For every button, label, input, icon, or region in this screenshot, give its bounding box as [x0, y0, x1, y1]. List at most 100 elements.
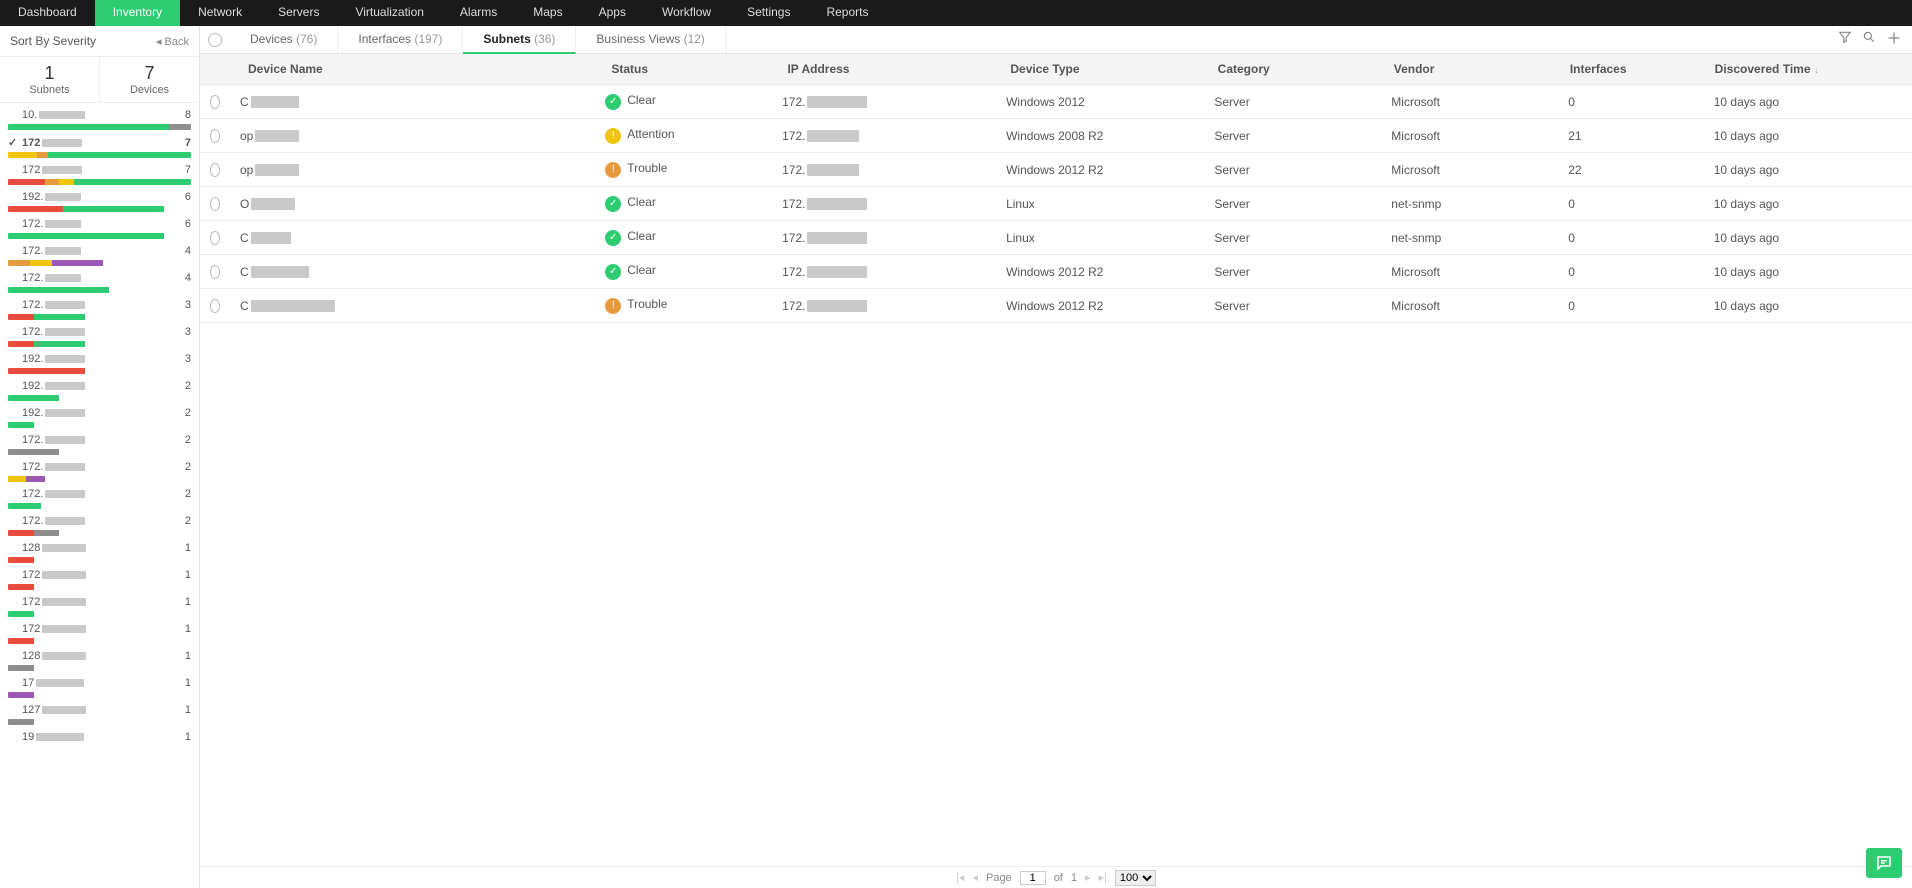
- table-row[interactable]: op!Attention172.Windows 2008 R2ServerMic…: [200, 119, 1912, 153]
- tab-subnets[interactable]: Subnets (36): [463, 26, 576, 54]
- nav-dashboard[interactable]: Dashboard: [0, 0, 95, 26]
- interfaces-count: 22: [1558, 163, 1704, 177]
- subnet-item[interactable]: 1281: [8, 648, 191, 675]
- chat-button[interactable]: [1866, 848, 1902, 878]
- subnet-item[interactable]: ✓1727: [8, 134, 191, 162]
- search-icon[interactable]: [1862, 30, 1876, 49]
- subnet-item[interactable]: 192.2: [8, 405, 191, 432]
- subnet-item[interactable]: 172.4: [8, 270, 191, 297]
- nav-virtualization[interactable]: Virtualization: [337, 0, 441, 26]
- add-icon[interactable]: [1886, 30, 1902, 49]
- table-row[interactable]: O✓Clear172.LinuxServernet-snmp010 days a…: [200, 187, 1912, 221]
- ip-address: 172.: [782, 129, 986, 143]
- subnet-item[interactable]: 1727: [8, 162, 191, 189]
- table-row[interactable]: C✓Clear172.Windows 2012ServerMicrosoft01…: [200, 85, 1912, 119]
- col-discovered[interactable]: Discovered Time↓: [1705, 54, 1912, 84]
- nav-inventory[interactable]: Inventory: [95, 0, 180, 26]
- subnet-item[interactable]: 172.3: [8, 297, 191, 324]
- col-interfaces[interactable]: Interfaces: [1560, 54, 1705, 84]
- col-vendor[interactable]: Vendor: [1384, 54, 1560, 84]
- table-row[interactable]: op!Trouble172.Windows 2012 R2ServerMicro…: [200, 153, 1912, 187]
- page-next[interactable]: ▸: [1085, 871, 1091, 884]
- nav-reports[interactable]: Reports: [808, 0, 886, 26]
- col-ip[interactable]: IP Address: [777, 54, 1000, 84]
- vendor: Microsoft: [1381, 163, 1558, 177]
- subnet-item[interactable]: 1721: [8, 594, 191, 621]
- subnet-item[interactable]: 1721: [8, 621, 191, 648]
- subnet-item[interactable]: 192.2: [8, 378, 191, 405]
- device-name: O: [240, 197, 585, 211]
- subnet-item[interactable]: 172.2: [8, 432, 191, 459]
- subnet-item[interactable]: 172.2: [8, 459, 191, 486]
- nav-maps[interactable]: Maps: [515, 0, 580, 26]
- category: Server: [1204, 299, 1381, 313]
- nav-servers[interactable]: Servers: [260, 0, 337, 26]
- page-of: of: [1054, 872, 1063, 884]
- subnet-item[interactable]: 192.3: [8, 351, 191, 378]
- back-button[interactable]: Back: [156, 35, 189, 48]
- select-all[interactable]: [200, 33, 230, 47]
- page-prev[interactable]: ◂: [972, 871, 978, 884]
- tab-devices[interactable]: Devices (76): [230, 26, 338, 53]
- device-type: Windows 2012 R2: [996, 163, 1204, 177]
- subnet-item[interactable]: 1281: [8, 540, 191, 567]
- subnet-item[interactable]: 172.2: [8, 486, 191, 513]
- subnet-item[interactable]: 191: [8, 729, 191, 756]
- page-size[interactable]: 100: [1115, 870, 1156, 886]
- row-select[interactable]: [200, 299, 230, 313]
- nav-network[interactable]: Network: [180, 0, 260, 26]
- row-select[interactable]: [200, 231, 230, 245]
- page-total: 1: [1071, 872, 1077, 884]
- page-last[interactable]: ▸|: [1099, 871, 1107, 884]
- status-cell: ✓Clear: [595, 195, 772, 212]
- table-row[interactable]: C✓Clear172.Windows 2012 R2ServerMicrosof…: [200, 255, 1912, 289]
- status-cell: ✓Clear: [595, 229, 772, 246]
- nav-alarms[interactable]: Alarms: [442, 0, 515, 26]
- status-cell: !Trouble: [595, 161, 772, 178]
- sidebar: Sort By Severity Back 1Subnets7Devices 1…: [0, 26, 200, 888]
- col-type[interactable]: Device Type: [1000, 54, 1207, 84]
- row-select[interactable]: [200, 265, 230, 279]
- nav-settings[interactable]: Settings: [729, 0, 808, 26]
- subnet-list[interactable]: 10.8✓17271727192.6172.6172.4172.4172.317…: [0, 103, 199, 888]
- status-cell: ✓Clear: [595, 93, 772, 110]
- subnet-item[interactable]: 172.6: [8, 216, 191, 243]
- counter-subnets[interactable]: 1Subnets: [0, 57, 99, 102]
- subnet-item[interactable]: 172.3: [8, 324, 191, 351]
- row-select[interactable]: [200, 129, 230, 143]
- status-cell: ✓Clear: [595, 263, 772, 280]
- subnet-item[interactable]: 192.6: [8, 189, 191, 216]
- row-select[interactable]: [200, 95, 230, 109]
- ip-address: 172.: [782, 299, 986, 313]
- subnet-item[interactable]: 172.2: [8, 513, 191, 540]
- row-select[interactable]: [200, 163, 230, 177]
- vendor: Microsoft: [1381, 265, 1558, 279]
- device-name: C: [240, 265, 585, 279]
- counter-devices[interactable]: 7Devices: [99, 57, 199, 102]
- ip-address: 172.: [782, 265, 986, 279]
- subnet-item[interactable]: 1271: [8, 702, 191, 729]
- subnet-item[interactable]: 171: [8, 675, 191, 702]
- subnet-item[interactable]: 10.8: [8, 107, 191, 134]
- page-input[interactable]: [1020, 871, 1046, 885]
- interfaces-count: 0: [1558, 299, 1704, 313]
- tab-business-views[interactable]: Business Views (12): [576, 26, 726, 53]
- filter-icon[interactable]: [1838, 30, 1852, 49]
- nav-workflow[interactable]: Workflow: [644, 0, 729, 26]
- grid-body: C✓Clear172.Windows 2012ServerMicrosoft01…: [200, 85, 1912, 866]
- top-nav: DashboardInventoryNetworkServersVirtuali…: [0, 0, 1912, 26]
- col-category[interactable]: Category: [1208, 54, 1384, 84]
- discovered-time: 10 days ago: [1704, 299, 1912, 313]
- tab-interfaces[interactable]: Interfaces (197): [338, 26, 463, 53]
- grid-header: Device Name Status IP Address Device Typ…: [200, 54, 1912, 85]
- sort-by-label[interactable]: Sort By Severity: [10, 34, 96, 48]
- nav-apps[interactable]: Apps: [581, 0, 644, 26]
- row-select[interactable]: [200, 197, 230, 211]
- page-first[interactable]: |◂: [956, 871, 964, 884]
- subnet-item[interactable]: 172.4: [8, 243, 191, 270]
- col-device-name[interactable]: Device Name: [230, 54, 601, 84]
- subnet-item[interactable]: 1721: [8, 567, 191, 594]
- table-row[interactable]: C✓Clear172.LinuxServernet-snmp010 days a…: [200, 221, 1912, 255]
- col-status[interactable]: Status: [601, 54, 777, 84]
- table-row[interactable]: C!Trouble172.Windows 2012 R2ServerMicros…: [200, 289, 1912, 323]
